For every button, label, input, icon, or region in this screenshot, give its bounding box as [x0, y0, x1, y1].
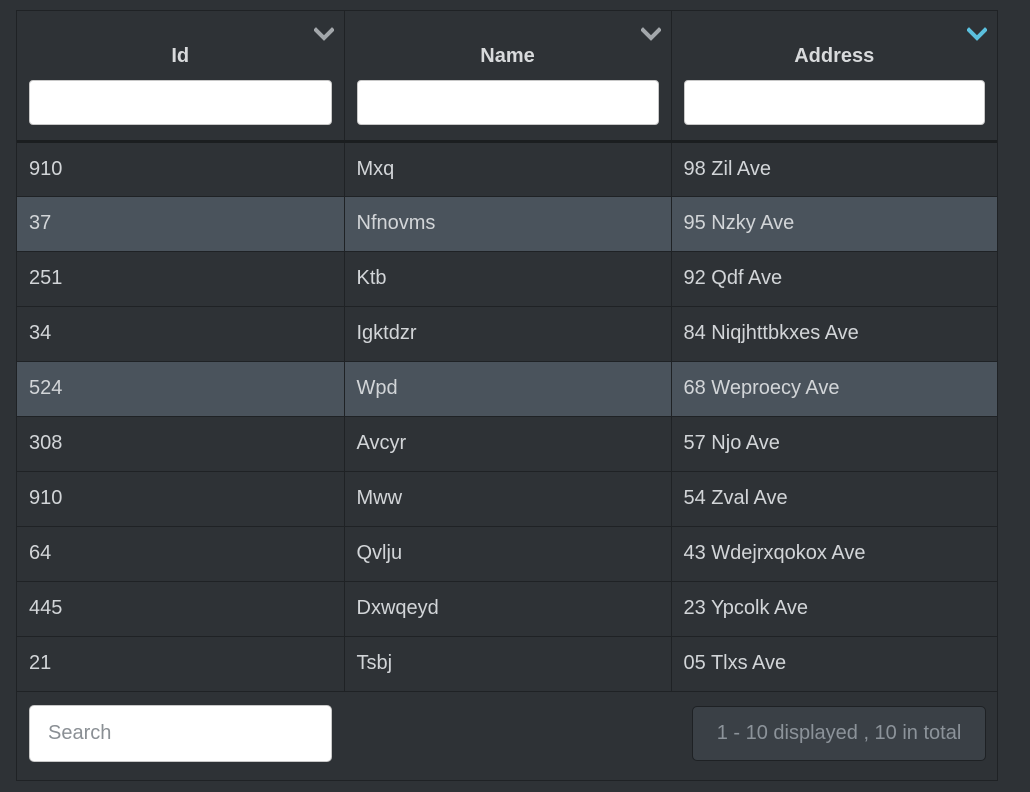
cell-address: 43 Wdejrxqokox Ave [671, 526, 997, 582]
cell-name: Mxq [344, 141, 672, 197]
table-row[interactable]: 64 Qvlju 43 Wdejrxqokox Ave [17, 526, 997, 582]
chevron-down-icon[interactable] [313, 27, 334, 41]
cell-name: Igktdzr [344, 306, 672, 362]
column-header-name[interactable]: Name [344, 11, 672, 143]
cell-address: 05 Tlxs Ave [671, 636, 997, 692]
cell-name: Nfnovms [344, 196, 672, 252]
table-row[interactable]: 524 Wpd 68 Weproecy Ave [17, 361, 997, 417]
filter-input-name[interactable] [356, 80, 659, 125]
data-table: Id Name Address 910 Mxq 98 Zil Ave 37 Nf… [17, 11, 997, 692]
cell-address: 54 Zval Ave [671, 471, 997, 527]
filter-input-id[interactable] [29, 80, 332, 125]
cell-id: 524 [17, 361, 345, 417]
table-row[interactable]: 910 Mww 54 Zval Ave [17, 471, 997, 527]
cell-address: 68 Weproecy Ave [671, 361, 997, 417]
column-header-label: Address [794, 45, 875, 67]
cell-id: 64 [17, 526, 345, 582]
cell-address: 23 Ypcolk Ave [671, 581, 997, 637]
cell-name: Wpd [344, 361, 672, 417]
cell-address: 84 Niqjhttbkxes Ave [671, 306, 997, 362]
cell-id: 445 [17, 581, 345, 637]
cell-name: Ktb [344, 251, 672, 307]
cell-name: Tsbj [344, 636, 672, 692]
column-header-address[interactable]: Address [671, 11, 997, 143]
table-row[interactable]: 308 Avcyr 57 Njo Ave [17, 416, 997, 472]
column-header-id[interactable]: Id [17, 11, 345, 143]
cell-id: 308 [17, 416, 345, 472]
cell-address: 98 Zil Ave [671, 141, 997, 197]
table-row[interactable]: 910 Mxq 98 Zil Ave [17, 141, 997, 197]
chevron-down-icon[interactable] [640, 27, 661, 41]
chevron-down-icon[interactable] [967, 27, 987, 41]
cell-id: 910 [17, 141, 345, 197]
table-row[interactable]: 445 Dxwqeyd 23 Ypcolk Ave [17, 581, 997, 637]
data-grid: Id Name Address 910 Mxq 98 Zil Ave 37 Nf… [16, 10, 998, 781]
cell-address: 57 Njo Ave [671, 416, 997, 472]
column-header-label: Id [171, 45, 190, 67]
cell-name: Avcyr [344, 416, 672, 472]
table-row[interactable]: 21 Tsbj 05 Tlxs Ave [17, 636, 997, 692]
pagination-status: 1 - 10 displayed , 10 in total [692, 706, 986, 761]
cell-id: 251 [17, 251, 345, 307]
filter-input-address[interactable] [683, 80, 985, 125]
header-row: Id Name Address [17, 11, 997, 143]
cell-id: 34 [17, 306, 345, 362]
table-row[interactable]: 37 Nfnovms 95 Nzky Ave [17, 196, 997, 252]
table-body: 910 Mxq 98 Zil Ave 37 Nfnovms 95 Nzky Ave 251 K… [17, 141, 997, 692]
cell-address: 95 Nzky Ave [671, 196, 997, 252]
cell-id: 910 [17, 471, 345, 527]
search-input[interactable] [29, 705, 332, 762]
table-row[interactable]: 251 Ktb 92 Qdf Ave [17, 251, 997, 307]
cell-address: 92 Qdf Ave [671, 251, 997, 307]
table-row[interactable]: 34 Igktdzr 84 Niqjhttbkxes Ave [17, 306, 997, 362]
cell-name: Mww [344, 471, 672, 527]
cell-id: 21 [17, 636, 345, 692]
column-header-label: Name [480, 45, 535, 67]
cell-name: Dxwqeyd [344, 581, 672, 637]
cell-id: 37 [17, 196, 345, 252]
cell-name: Qvlju [344, 526, 672, 582]
